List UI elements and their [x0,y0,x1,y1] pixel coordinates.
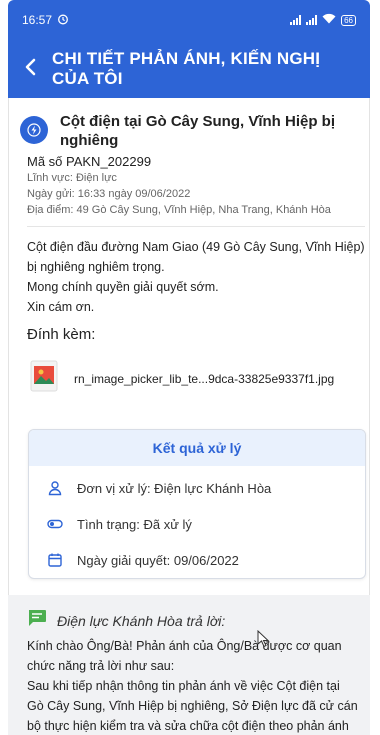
result-unit: Đơn vị xử lý: Điện lực Khánh Hòa [77,480,272,496]
result-card: Kết quả xử lý Đơn vị xử lý: Điện lực Khá… [28,429,366,579]
report-content: Cột điện đầu đường Nam Giao (49 Gò Cây S… [27,237,365,317]
user-icon [47,480,63,496]
reply-line: Gò Cây Sung, Vĩnh Hiệp bị nghiêng, Sở Đi… [27,699,358,713]
reply-line: bộ thực hiện kiểm tra và sửa chữa cột đi… [27,719,349,733]
content-line: Xin cám ơn. [27,300,95,314]
status-time: 16:57 [22,13,53,27]
status-bar: 16:57 66 [8,0,370,40]
result-date: Ngày giải quyết: 09/06/2022 [77,552,239,568]
content-line: bị nghiêng nghiêm trọng. [27,260,165,274]
attachment-filename[interactable]: rn_image_picker_lib_te...9dca-33825e9337… [74,372,334,386]
report-location: Địa điểm: 49 Gò Cây Sung, Vĩnh Hiệp, Nha… [27,204,331,216]
divider [27,226,365,227]
content-line: Cột điện đầu đường Nam Giao (49 Gò Cây S… [27,240,365,254]
chat-icon [27,609,47,632]
app-screen: 16:57 66 CHI TIẾT PHẢN ÁNH, KIẾN NGHỊ CỦ… [0,0,380,735]
content-line: Mong chính quyền giải quyết sớm. [27,280,219,294]
result-status: Tình trạng: Đã xử lý [77,516,192,532]
wifi-icon [322,13,336,27]
report-title-row: Cột điện tại Gò Cây Sung, Vĩnh Hiệp bị n… [20,112,350,150]
toggle-icon [47,516,63,532]
attachment-item[interactable]: rn_image_picker_lib_te...9dca-33825e9337… [30,360,334,397]
reply-line: Sau khi tiếp nhận thông tin phản ánh về … [27,679,340,693]
result-unit-row: Đơn vị xử lý: Điện lực Khánh Hòa [29,470,365,506]
result-date-row: Ngày giải quyết: 09/06/2022 [29,542,365,578]
mouse-cursor-icon [257,630,269,648]
result-status-row: Tình trạng: Đã xử lý [29,506,365,542]
result-heading: Kết quả xử lý [29,430,365,466]
calendar-icon [47,552,63,568]
chevron-left-icon[interactable] [24,56,36,82]
page-title: CHI TIẾT PHẢN ÁNH, KIẾN NGHỊ CỦA TÔI [52,49,321,88]
reply-line: chức năng trả lời như sau: [27,659,175,673]
report-code: Mã số PAKN_202299 [27,154,152,169]
app-header: CHI TIẾT PHẢN ÁNH, KIẾN NGHỊ CỦA TÔI [8,40,370,98]
report-title: Cột điện tại Gò Cây Sung, Vĩnh Hiệp bị n… [60,113,336,149]
reply-title: Điện lực Khánh Hòa trả lời: [57,612,226,629]
reply-line: Kính chào Ông/Bà! Phản ánh của Ông/Bà đư… [27,639,342,653]
signal-icon [290,15,302,25]
report-field: Lĩnh vực: Điện lực [27,172,117,184]
lightning-icon [20,116,48,144]
battery-icon: 66 [341,14,356,26]
reply-content: Kính chào Ông/Bà! Phản ánh của Ông/Bà đư… [27,636,367,735]
signal-icon [306,15,318,25]
attachment-label: Đính kèm: [27,326,96,343]
reply-header: Điện lực Khánh Hòa trả lời: [27,609,225,632]
image-file-icon [30,360,58,397]
report-sent-date: Ngày gửi: 16:33 ngày 09/06/2022 [27,188,191,200]
alarm-icon [57,13,69,28]
